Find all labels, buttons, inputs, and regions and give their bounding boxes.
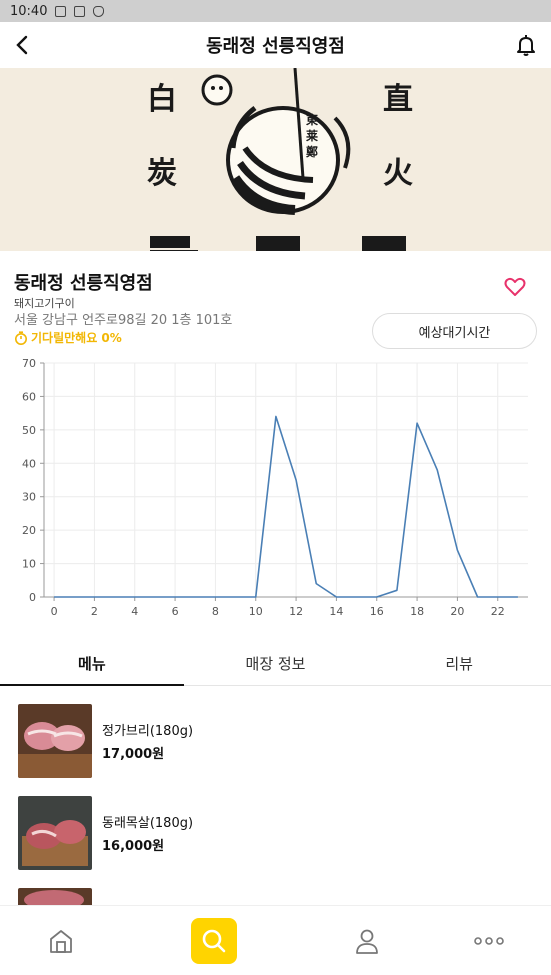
chart-x-tick-label: 10 (249, 605, 263, 618)
menu-item-price: 17,000원 (102, 747, 165, 762)
store-hero-image: 白 炭 直 火 東莱鄭 (0, 68, 551, 251)
menu-item-price: 16,000원 (102, 839, 165, 854)
nav-more-button[interactable] (466, 918, 512, 964)
chart-x-tick-label: 14 (329, 605, 343, 618)
wait-status-text: 기다릴만해요 0% (31, 331, 122, 345)
more-icon (474, 937, 504, 945)
menu-item-name: 동래목살(180g) (102, 816, 194, 831)
wait-status: 기다릴만해요 0% (14, 329, 122, 346)
menu-item[interactable]: 동래목살(180g) 16,000원 (18, 796, 193, 870)
chart-y-tick-label: 40 (22, 457, 36, 470)
chart-x-tick-label: 2 (91, 605, 98, 618)
chart-x-tick-label: 18 (410, 605, 424, 618)
chart-x-tick-label: 22 (491, 605, 505, 618)
shield-icon (93, 5, 105, 17)
pig-logo-icon (201, 68, 351, 215)
chart-x-tick-label: 16 (370, 605, 384, 618)
expected-wait-button[interactable]: 예상대기시간 (372, 313, 537, 349)
wait-chart-svg: 0 10 20 30 40 50 60 70 0 2 4 6 8 10 12 14 16 18 20 22 (22, 357, 528, 618)
bell-icon[interactable] (513, 32, 539, 58)
favorite-heart-icon[interactable] (503, 275, 527, 299)
chart-x-tick-label: 12 (289, 605, 303, 618)
chart-y-tick-label: 0 (29, 591, 36, 604)
chart-series-line (54, 415, 518, 598)
menu-item-image (18, 796, 92, 870)
chart-x-tick-label: 8 (212, 605, 219, 618)
bottom-nav (0, 905, 551, 975)
search-icon (202, 929, 226, 953)
user-icon (356, 929, 378, 954)
store-address: 서울 강남구 언주로98길 20 1층 101호 (14, 313, 233, 328)
back-arrow-icon[interactable] (10, 32, 36, 58)
nav-profile-button[interactable] (344, 918, 390, 964)
status-bar: 10:40 (0, 0, 551, 22)
chart-x-tick-label: 20 (450, 605, 464, 618)
store-info: 동래정 선릉직영점 돼지고기구이 서울 강남구 언주로98길 20 1층 101… (0, 251, 551, 356)
hero-char: 炭 (147, 156, 177, 191)
chart-y-tick-label: 50 (22, 424, 36, 437)
store-tabs: 메뉴 매장 정보 리뷰 (0, 641, 551, 686)
menu-item[interactable]: 정가브리(180g) 17,000원 (18, 704, 193, 778)
app-header: 동래정 선릉직영점 (0, 22, 551, 68)
timer-icon (15, 330, 27, 345)
menu-item[interactable] (18, 888, 92, 905)
wait-chart: 0 10 20 30 40 50 60 70 0 2 4 6 8 10 12 14 16 18 20 22 (0, 356, 551, 626)
notification-icon (55, 5, 67, 17)
hero-char: 火 (383, 156, 413, 191)
hero-char: 直 (383, 82, 413, 117)
status-time: 10:40 (10, 3, 48, 19)
home-icon (50, 930, 72, 953)
hero-seal-text: 東莱鄭 (306, 113, 319, 159)
hero-char: 白 (147, 82, 177, 117)
tab-store-info[interactable]: 매장 정보 (184, 641, 368, 685)
nav-home-button[interactable] (38, 918, 84, 964)
menu-item-image (18, 704, 92, 778)
chart-x-tick-label: 4 (131, 605, 138, 618)
chart-y-tick-label: 20 (22, 524, 36, 537)
app-icon (74, 5, 86, 17)
tab-menu[interactable]: 메뉴 (0, 641, 184, 686)
chart-x-tick-label: 0 (51, 605, 58, 618)
chart-x-tick-label: 6 (172, 605, 179, 618)
menu-item-name: 정가브리(180g) (102, 724, 194, 739)
chart-y-tick-label: 10 (22, 558, 36, 571)
store-name: 동래정 선릉직영점 (14, 273, 153, 294)
chart-y-tick-label: 70 (22, 357, 36, 370)
chart-y-tick-label: 30 (22, 491, 36, 504)
brand-wordmark (150, 236, 406, 251)
chart-y-tick-label: 60 (22, 390, 36, 403)
menu-list: 정가브리(180g) 17,000원 동래목살(180g) 16,000원 (0, 686, 551, 905)
nav-search-button[interactable] (191, 918, 237, 964)
tab-reviews[interactable]: 리뷰 (367, 641, 551, 685)
menu-item-image (18, 888, 92, 905)
page-title: 동래정 선릉직영점 (206, 36, 345, 57)
